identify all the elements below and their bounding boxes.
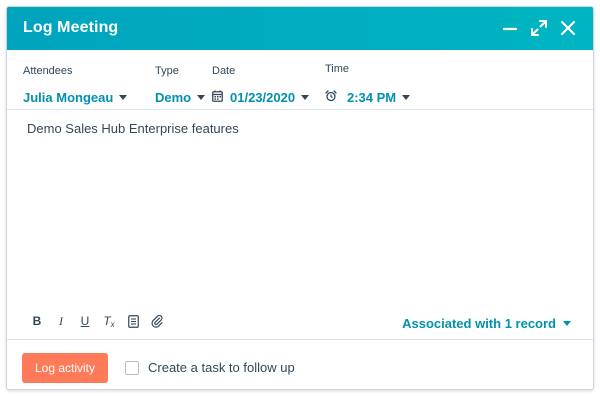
alarm-clock-icon bbox=[325, 90, 337, 105]
associations-label: Associated with 1 record bbox=[402, 316, 556, 331]
minimize-icon[interactable] bbox=[499, 17, 521, 39]
time-value: 2:34 PM bbox=[347, 90, 397, 105]
attachment-button[interactable] bbox=[148, 312, 166, 330]
log-activity-button[interactable]: Log activity bbox=[22, 353, 108, 383]
meeting-details: Attendees Julia Mongeau Type Demo Date 0… bbox=[7, 50, 593, 110]
dialog-header: Log Meeting bbox=[7, 7, 593, 50]
date-value: 01/23/2020 bbox=[230, 90, 296, 105]
type-value: Demo bbox=[155, 90, 192, 105]
date-label: Date bbox=[212, 65, 236, 77]
attendees-dropdown[interactable]: Julia Mongeau bbox=[23, 90, 128, 105]
expand-icon[interactable] bbox=[528, 17, 550, 39]
italic-button[interactable]: I bbox=[52, 312, 70, 330]
paperclip-icon bbox=[151, 314, 163, 331]
close-icon[interactable] bbox=[557, 17, 579, 39]
follow-up-checkbox[interactable] bbox=[125, 361, 139, 375]
snippet-button[interactable] bbox=[124, 312, 142, 330]
chevron-down-icon bbox=[119, 95, 128, 100]
associations-dropdown[interactable]: Associated with 1 record bbox=[402, 316, 571, 331]
snippet-icon bbox=[127, 315, 139, 331]
time-picker[interactable]: 2:34 PM bbox=[325, 90, 411, 105]
attendees-value: Julia Mongeau bbox=[23, 90, 114, 105]
log-meeting-dialog: Log Meeting Attendees Julia Mongeau Type… bbox=[6, 6, 594, 390]
follow-up-label[interactable]: Create a task to follow up bbox=[148, 360, 295, 375]
underline-button[interactable]: U bbox=[76, 312, 94, 330]
attendees-field: Attendees Julia Mongeau bbox=[23, 65, 128, 105]
chevron-down-icon bbox=[197, 95, 206, 100]
formatting-toolbar: B I U Tx Associated with 1 record bbox=[7, 307, 593, 337]
time-label: Time bbox=[325, 63, 350, 75]
chevron-down-icon bbox=[402, 95, 411, 100]
date-field: Date 01/23/2020 bbox=[212, 65, 310, 105]
time-field: Time 2:34 PM bbox=[325, 63, 411, 105]
dialog-title: Log Meeting bbox=[23, 19, 119, 36]
type-label: Type bbox=[155, 65, 179, 77]
chevron-down-icon bbox=[301, 95, 310, 100]
dialog-footer: Log activity Create a task to follow up bbox=[7, 339, 593, 389]
clear-format-button[interactable]: Tx bbox=[100, 312, 118, 330]
meeting-notes-text: Demo Sales Hub Enterprise features bbox=[27, 121, 239, 136]
type-field: Type Demo bbox=[155, 65, 206, 105]
calendar-icon bbox=[212, 90, 223, 105]
attendees-label: Attendees bbox=[23, 65, 73, 77]
chevron-down-icon bbox=[563, 321, 571, 326]
bold-button[interactable]: B bbox=[28, 312, 46, 330]
meeting-notes-editor[interactable]: Demo Sales Hub Enterprise features bbox=[27, 121, 575, 136]
date-picker[interactable]: 01/23/2020 bbox=[212, 90, 310, 105]
clear-format-icon: T bbox=[103, 314, 111, 328]
type-dropdown[interactable]: Demo bbox=[155, 90, 206, 105]
